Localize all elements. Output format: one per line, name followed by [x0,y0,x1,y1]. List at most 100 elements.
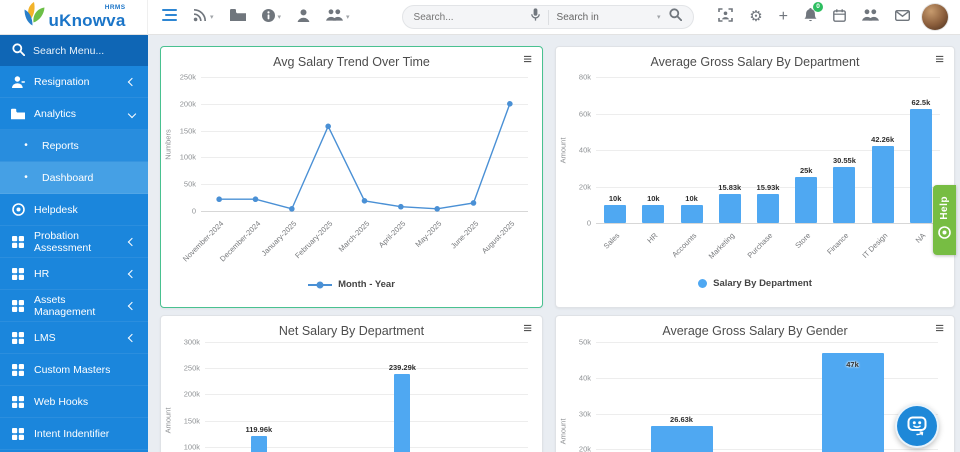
sidebar-menu: Resignation Analytics •Reports•Dashboard He… [0,66,148,450]
sidebar-item-custom-masters[interactable]: Custom Masters [0,354,148,386]
robot-icon [904,411,930,442]
sidebar-item-web-hooks[interactable]: Web Hooks [0,386,148,418]
bullet-icon: • [19,172,33,183]
help-tab[interactable]: Help [933,185,956,255]
sidebar-item-hr[interactable]: HR [0,258,148,290]
search-scope-select[interactable]: Search in ▾ [557,12,661,23]
plus-icon: + [779,9,788,25]
sidebar-item-lms[interactable]: LMS [0,322,148,354]
bell-icon[interactable]: 0 [804,8,817,26]
rss-icon[interactable]: ▾ [193,8,214,26]
search-input[interactable] [414,12,523,23]
y-axis-title: Amount [164,408,173,434]
x-axis-label: August-2025 [480,219,516,255]
face-scan-icon [718,8,733,26]
sidebar-item-label: LMS [34,332,56,344]
gridline [596,342,938,343]
face-scan-icon[interactable] [718,8,733,26]
gridline [205,342,528,343]
chatbot-button[interactable] [895,404,939,448]
team-icon[interactable] [862,9,879,25]
gridline [596,223,940,224]
user-icon[interactable] [297,9,310,26]
sidebar-item-dashboard[interactable]: •Dashboard [0,162,148,194]
chevron-left-icon [128,269,136,277]
mail-icon[interactable] [895,9,910,25]
gridline [596,449,938,450]
sidebar-item-reports[interactable]: •Reports [0,130,148,162]
y-axis-title-wrap: Amount [162,342,174,452]
menu-list-icon [162,9,177,25]
users-icon[interactable]: ▾ [326,9,350,25]
y-axis-title: Amount [559,137,568,163]
x-axis-label: Marketing [706,231,736,261]
calendar-icon[interactable] [833,9,846,26]
search-icon [12,43,25,59]
line-chart-plot: 050k100k150k200k250kNumbersNovember-2024… [161,47,542,307]
bar [872,146,894,223]
chart-legend: Salary By Department [556,278,954,289]
sidebar-item-label: Assets Management [34,294,120,318]
folder-icon [230,9,246,25]
chevron-down-icon: ▾ [210,14,214,21]
bar-value-label: 119.96k [245,425,272,434]
grid-icon [11,428,25,440]
gear-icon[interactable]: ⚙ [749,9,762,25]
gridline [596,414,938,415]
mic-icon[interactable] [531,8,540,26]
divider [548,10,549,25]
sidebar-item-label: Helpdesk [34,204,78,216]
folder-icon [11,108,25,120]
sidebar-search-input[interactable]: Search Menu... [0,35,148,66]
bar-chart-plot: 100k150k200k250k300kAmount119.96k239.29k [161,316,542,452]
sidebar-item-label: Custom Masters [34,364,110,376]
card-net-salary-by-department[interactable]: Net Salary By Department ≡ 100k150k200k2… [160,315,543,452]
y-axis-title: Amount [559,419,568,445]
sidebar-item-label: Probation Assessment [34,230,120,254]
sidebar-search-placeholder: Search Menu... [33,45,104,57]
bar [681,205,703,223]
sidebar-item-resignation[interactable]: Resignation [0,66,148,98]
bar [910,109,932,223]
legend-marker-icon [698,279,707,288]
y-axis-tick-label: 200k [170,390,200,399]
sidebar-item-analytics[interactable]: Analytics [0,98,148,130]
menu-list-icon[interactable] [162,9,177,25]
legend-marker-icon [308,284,332,286]
folder-icon[interactable] [230,9,246,25]
y-axis-title-wrap: Amount [557,342,569,452]
sidebar-item-probation-assessment[interactable]: Probation Assessment [0,226,148,258]
chevron-down-icon [128,109,136,117]
info-icon [262,9,275,26]
bar-value-label: 47k [846,360,859,369]
bar-value-label: 30.55k [833,156,856,165]
users-icon [326,9,343,25]
bar-value-label: 10k [609,194,622,203]
line-series [161,47,542,217]
bar [394,374,410,452]
gridline [596,114,940,115]
info-icon[interactable]: ▾ [262,9,282,26]
sidebar-nav: Search Menu... Resignation Analytics •Repo… [0,35,148,452]
sidebar-item-helpdesk[interactable]: Helpdesk [0,194,148,226]
gear-icon: ⚙ [749,9,762,25]
sidebar-item-intent-indentifier[interactable]: Intent Indentifier [0,418,148,450]
chevron-down-icon: ▾ [278,14,282,21]
card-avg-salary-trend-over-time[interactable]: Avg Salary Trend Over Time ≡ 050k100k150… [160,46,543,308]
chevron-down-icon: ▾ [346,14,350,21]
help-tab-label: Help [939,196,950,220]
bar [719,194,741,223]
sidebar-item-assets-management[interactable]: Assets Management [0,290,148,322]
card-average-gross-salary-by-department[interactable]: Average Gross Salary By Department ≡ 020… [555,46,955,308]
plus-icon[interactable]: + [779,9,788,25]
bar-chart-plot: 20k30k40k50kAmount26.63k47k [556,316,954,452]
sidebar-item-label: Web Hooks [34,396,88,408]
app-logo[interactable]: HRMS uKnowva [0,0,148,35]
rss-icon [193,8,207,26]
user-avatar[interactable] [922,4,948,30]
search-scope-label: Search in [557,12,599,23]
mail-icon [895,9,910,25]
bar [251,436,267,452]
search-icon[interactable] [669,8,682,26]
sidebar-item-label: Analytics [34,108,76,120]
